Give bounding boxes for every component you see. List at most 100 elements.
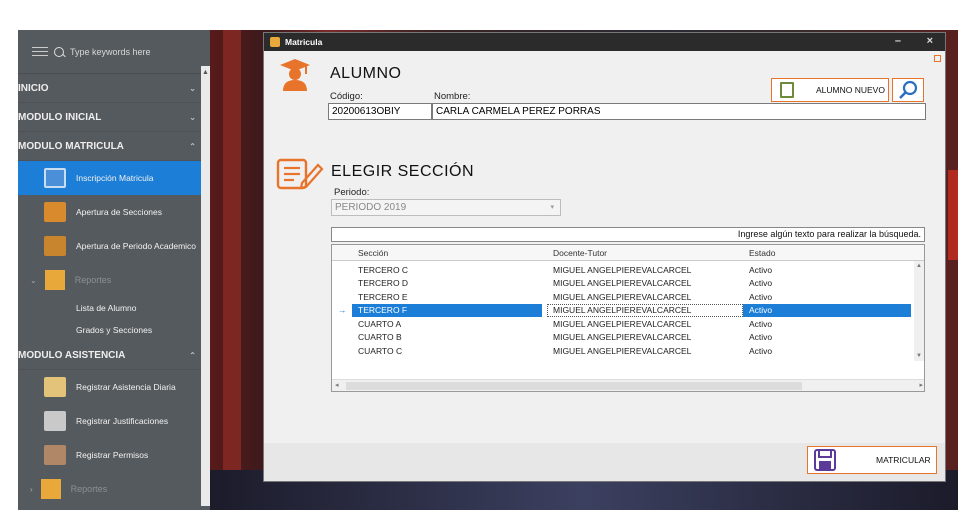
table-row[interactable]: → TERCERO F MIGUEL ANGELPIEREVALCARCEL Acti…	[332, 303, 916, 317]
minimize-button[interactable]: –	[895, 35, 901, 47]
sidebar-subitem-lista-alumno[interactable]: Lista de Alumno	[18, 297, 210, 319]
save-icon	[814, 449, 836, 471]
periodo-value: PERIODO 2019	[335, 202, 407, 213]
search-icon	[54, 46, 64, 57]
cell-docente[interactable]: MIGUEL ANGELPIEREVALCARCEL	[553, 346, 691, 356]
hamburger-icon[interactable]	[32, 47, 48, 56]
sidebar-item-label: Inscripción Matricula	[76, 173, 154, 183]
codigo-field[interactable]: 20200613OBIY	[328, 103, 432, 120]
nombre-label: Nombre:	[434, 91, 471, 102]
cell-estado[interactable]: Activo	[749, 305, 772, 315]
edit-document-icon	[276, 158, 324, 190]
sidebar-section-label: INICIO	[18, 82, 49, 94]
cell-seccion[interactable]: TERCERO F	[358, 305, 407, 315]
chevron-down-icon: ▾	[550, 204, 554, 211]
desktop: Type keywords here INICIO ⌄ MODULO INICI…	[0, 0, 959, 518]
cell-seccion[interactable]: TERCERO C	[358, 265, 408, 275]
scroll-up-icon[interactable]: ▲	[201, 69, 210, 76]
scroll-up-icon[interactable]: ▲	[914, 263, 924, 269]
cell-seccion[interactable]: TERCERO E	[358, 292, 408, 302]
nombre-field[interactable]: CARLA CARMELA PEREZ PORRAS	[432, 103, 926, 120]
cell-estado[interactable]: Activo	[749, 346, 772, 356]
table-row[interactable]: TERCERO E MIGUEL ANGELPIEREVALCARCEL Activ…	[332, 290, 916, 304]
chevron-down-icon: ⌄	[189, 83, 196, 93]
sidebar-item-apertura-periodo[interactable]: Apertura de Periodo Academico	[18, 229, 210, 263]
grid-vertical-scrollbar[interactable]: ▲ ▼	[914, 261, 924, 361]
cell-docente[interactable]: MIGUEL ANGELPIEREVALCARCEL	[553, 319, 691, 329]
cell-docente[interactable]: MIGUEL ANGELPIEREVALCARCEL	[553, 265, 691, 275]
grid-search-input[interactable]: Ingrese algún texto para realizar la bús…	[331, 227, 925, 242]
cell-docente[interactable]: MIGUEL ANGELPIEREVALCARCEL	[553, 305, 691, 315]
scroll-right-icon[interactable]: ▸	[919, 381, 923, 389]
building-icon	[44, 236, 66, 256]
chevron-right-icon: ›	[30, 484, 33, 494]
background-photo-detail	[948, 170, 958, 260]
column-header-docente[interactable]: Docente-Tutor	[553, 248, 607, 258]
report-icon	[40, 479, 61, 499]
classroom-icon	[44, 202, 66, 222]
column-header-estado[interactable]: Estado	[749, 248, 775, 258]
sidebar-section-modulo-matricula[interactable]: MODULO MATRICULA ⌃	[18, 132, 210, 161]
cell-estado[interactable]: Activo	[749, 332, 772, 342]
sidebar-section-label: MODULO ASISTENCIA	[18, 349, 126, 361]
scrollbar-thumb[interactable]	[346, 382, 802, 390]
sidebar-item-label: Lista de Alumno	[76, 303, 137, 313]
sidebar-section-inicio[interactable]: INICIO ⌄	[18, 74, 210, 103]
cell-seccion[interactable]: CUARTO C	[358, 346, 402, 356]
sidebar-item-label: Reportes	[70, 484, 108, 494]
form-icon	[44, 411, 66, 431]
document-icon	[44, 168, 66, 188]
grid-horizontal-scrollbar[interactable]: ◂ ▸	[332, 379, 924, 391]
resize-handle[interactable]	[934, 55, 941, 62]
secciones-grid[interactable]: Sección Docente-Tutor Estado TERCERO C MI…	[331, 244, 925, 392]
table-row[interactable]: CUARTO A MIGUEL ANGELPIEREVALCARCEL Activo	[332, 317, 916, 331]
sidebar-scrollbar[interactable]: ▲	[201, 66, 210, 506]
table-row[interactable]: CUARTO C MIGUEL ANGELPIEREVALCARCEL Activo	[332, 344, 916, 358]
chevron-up-icon: ⌃	[189, 141, 196, 151]
sidebar-item-asistencia-diaria[interactable]: Registrar Asistencia Diaria	[18, 370, 210, 404]
clipboard-check-icon	[780, 82, 794, 98]
column-header-seccion[interactable]: Sección	[358, 248, 388, 258]
matricular-button[interactable]: MATRICULAR	[807, 446, 937, 474]
scroll-down-icon[interactable]: ▼	[914, 353, 924, 359]
cell-estado[interactable]: Activo	[749, 319, 772, 329]
alumno-nuevo-label: ALUMNO NUEVO	[816, 85, 885, 95]
matricular-label: MATRICULAR	[876, 455, 931, 465]
search-alumno-button[interactable]	[892, 78, 924, 102]
grid-header: Sección Docente-Tutor Estado	[332, 245, 924, 261]
cell-docente[interactable]: MIGUEL ANGELPIEREVALCARCEL	[553, 292, 691, 302]
cell-docente[interactable]: MIGUEL ANGELPIEREVALCARCEL	[553, 332, 691, 342]
sidebar-subitem-grados-secciones[interactable]: Grados y Secciones	[18, 319, 210, 341]
search-icon	[899, 80, 918, 99]
title-bar[interactable]: Matricula – ×	[264, 33, 945, 51]
search-placeholder[interactable]: Type keywords here	[70, 47, 151, 57]
periodo-select[interactable]: PERIODO 2019 ▾	[331, 199, 561, 216]
cell-estado[interactable]: Activo	[749, 278, 772, 288]
close-button[interactable]: ×	[927, 35, 933, 47]
graduate-icon	[280, 59, 310, 91]
cell-estado[interactable]: Activo	[749, 292, 772, 302]
cell-seccion[interactable]: CUARTO A	[358, 319, 401, 329]
table-row[interactable]: TERCERO C MIGUEL ANGELPIEREVALCARCEL Activ…	[332, 263, 916, 277]
cell-seccion[interactable]: CUARTO B	[358, 332, 402, 342]
cell-seccion[interactable]: TERCERO D	[358, 278, 408, 288]
sidebar-section-modulo-asistencia[interactable]: MODULO ASISTENCIA ⌃	[18, 341, 210, 370]
background-photo-detail	[223, 30, 241, 510]
sidebar-section-modulo-inicial[interactable]: MODULO INICIAL ⌄	[18, 103, 210, 132]
sidebar-item-label: Grados y Secciones	[76, 325, 153, 335]
sidebar-item-reportes-asistencia[interactable]: › Reportes	[18, 472, 210, 506]
sidebar-item-apertura-secciones[interactable]: Apertura de Secciones	[18, 195, 210, 229]
cell-docente[interactable]: MIGUEL ANGELPIEREVALCARCEL	[553, 278, 691, 288]
sidebar-item-inscripcion-matricula[interactable]: Inscripción Matricula	[18, 161, 210, 195]
checklist-icon	[44, 377, 66, 397]
table-row[interactable]: TERCERO D MIGUEL ANGELPIEREVALCARCEL Activ…	[332, 277, 916, 291]
table-row[interactable]: CUARTO B MIGUEL ANGELPIEREVALCARCEL Activo	[332, 331, 916, 345]
sidebar-item-justificaciones[interactable]: Registrar Justificaciones	[18, 404, 210, 438]
sidebar-item-permisos[interactable]: Registrar Permisos	[18, 438, 210, 472]
scroll-left-icon[interactable]: ◂	[335, 381, 339, 389]
alumno-nuevo-button[interactable]: ALUMNO NUEVO	[771, 78, 889, 102]
cell-estado[interactable]: Activo	[749, 265, 772, 275]
sidebar-search[interactable]: Type keywords here	[18, 30, 210, 74]
sidebar-item-reportes[interactable]: ⌄ Reportes	[18, 263, 210, 297]
sidebar-item-label: Registrar Justificaciones	[76, 416, 169, 426]
